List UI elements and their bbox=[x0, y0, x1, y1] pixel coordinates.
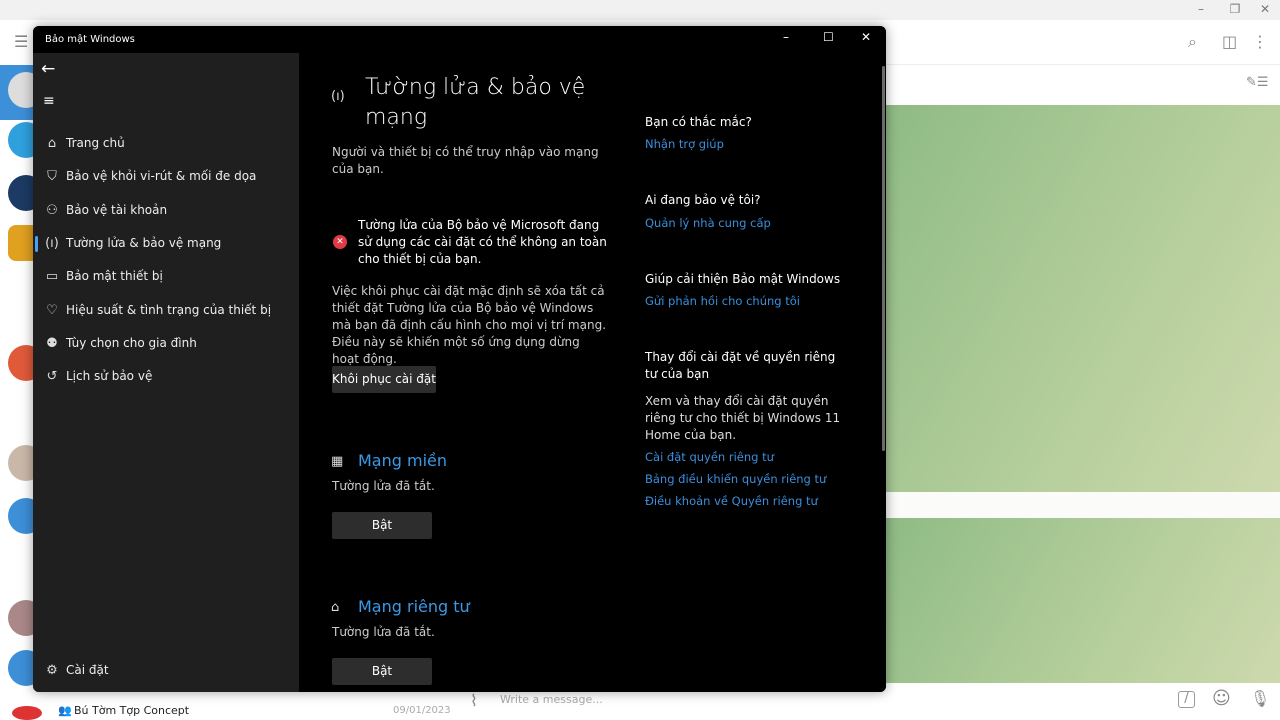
chat-name: Bú Tờm Tợp Concept bbox=[74, 704, 190, 717]
scrollbar[interactable] bbox=[882, 66, 885, 451]
nav-item-home[interactable]: ⌂ Trang chủ bbox=[33, 128, 299, 158]
message-input[interactable]: Write a message... bbox=[500, 693, 603, 706]
history-icon: ↺ bbox=[46, 368, 58, 384]
privacy-heading: Thay đổi cài đặt về quyền riêng tư của b… bbox=[645, 350, 836, 381]
domain-network-enable-button[interactable]: Bật bbox=[332, 512, 432, 539]
navigation-pane: ← ≡ ⌂ Trang chủ ⛉ Bảo vệ khỏi vi-rút & mối… bbox=[33, 53, 299, 692]
nav-item-device-security[interactable]: ▭ Bảo mật thiết bị bbox=[33, 261, 299, 291]
close-icon[interactable]: ✕ bbox=[861, 30, 871, 44]
private-network-icon: ⌂ bbox=[331, 600, 340, 615]
minimize-icon[interactable]: – bbox=[1186, 2, 1216, 16]
privacy-settings-link[interactable]: Cài đặt quyền riêng tư bbox=[645, 449, 774, 466]
family-icon: ⚉ bbox=[46, 335, 58, 351]
nav-item-virus[interactable]: ⛉ Bảo vệ khỏi vi-rút & mối đe dọa bbox=[33, 161, 299, 191]
private-network-enable-button[interactable]: Bật bbox=[332, 658, 432, 685]
nav-label: Tùy chọn cho gia đình bbox=[66, 336, 197, 350]
private-network-status: Tường lửa đã tắt. bbox=[332, 625, 435, 639]
nav-label: Lịch sử bảo vệ bbox=[66, 369, 153, 383]
nav-label: Hiệu suất & tình trạng của thiết bị bbox=[66, 303, 272, 317]
page-title: Tường lửa & bảo vệ mạng bbox=[365, 75, 586, 130]
hamburger-icon[interactable]: ≡ bbox=[43, 93, 55, 109]
microphone-icon[interactable]: 🎙 bbox=[1250, 689, 1270, 708]
get-help-link[interactable]: Nhận trợ giúp bbox=[645, 136, 724, 153]
menu-icon[interactable]: ☰ bbox=[14, 32, 28, 51]
group-icon: 👥 bbox=[58, 704, 72, 717]
page-subtitle: Người và thiết bị có thể truy nhập vào m… bbox=[332, 145, 599, 176]
more-icon[interactable]: ⋮ bbox=[1252, 32, 1268, 51]
restore-icon[interactable]: ❐ bbox=[1220, 2, 1250, 16]
nav-label: Tường lửa & bảo vệ mạng bbox=[66, 236, 222, 250]
privacy-statement-link[interactable]: Điều khoản về Quyền riêng tư bbox=[645, 493, 818, 510]
person-icon: ⚇ bbox=[46, 202, 58, 218]
nav-label: Cài đặt bbox=[66, 663, 109, 677]
chat-background bbox=[886, 105, 1280, 492]
avatar bbox=[12, 706, 42, 720]
attach-icon[interactable]: ⌇ bbox=[470, 691, 478, 710]
telegram-chat-list: ☰ bbox=[0, 20, 44, 720]
chat-list-item[interactable]: 👥 Bú Tờm Tợp Concept 09/01/2023 bbox=[0, 692, 460, 720]
sidebar-toggle-icon[interactable]: ◫ bbox=[1222, 32, 1237, 51]
feedback-heading: Giúp cải thiện Bảo mật Windows bbox=[645, 272, 841, 286]
maximize-icon[interactable]: ☐ bbox=[823, 30, 834, 44]
emoji-icon[interactable]: ☺ bbox=[1212, 688, 1231, 709]
window-title: Bảo mật Windows bbox=[45, 34, 135, 45]
restore-description: Việc khôi phục cài đặt mặc định sẽ xóa t… bbox=[332, 284, 607, 366]
main-content: (ı) Tường lửa & bảo vệ mạng Người và thi… bbox=[299, 53, 886, 692]
message-strip bbox=[886, 492, 1280, 518]
warning-text: Tường lửa của Bộ bảo vệ Microsoft đang s… bbox=[358, 218, 607, 266]
provider-heading: Ai đang bảo vệ tôi? bbox=[645, 193, 761, 207]
title-bar: Bảo mật Windows – ☐ ✕ bbox=[33, 26, 886, 53]
help-heading: Bạn có thắc mắc? bbox=[645, 115, 752, 129]
manage-providers-link[interactable]: Quản lý nhà cung cấp bbox=[645, 215, 771, 232]
nav-item-account[interactable]: ⚇ Bảo vệ tài khoản bbox=[33, 195, 299, 225]
telegram-titlebar: – ❐ ✕ bbox=[0, 0, 1280, 20]
chat-background bbox=[886, 518, 1280, 683]
home-icon: ⌂ bbox=[47, 135, 57, 151]
send-feedback-link[interactable]: Gửi phản hồi cho chúng tôi bbox=[645, 293, 800, 310]
shield-icon: ⛉ bbox=[47, 168, 57, 184]
privacy-dashboard-link[interactable]: Bảng điều khiển quyền riêng tư bbox=[645, 471, 826, 488]
nav-label: Trang chủ bbox=[66, 136, 125, 150]
nav-item-settings[interactable]: ⚙ Cài đặt bbox=[33, 655, 299, 685]
search-icon[interactable]: ⌕ bbox=[1188, 32, 1197, 52]
gear-icon: ⚙ bbox=[46, 662, 58, 678]
close-icon[interactable]: ✕ bbox=[1250, 2, 1280, 16]
back-icon[interactable]: ← bbox=[41, 59, 55, 79]
pinned-list-icon[interactable]: ✎☰ bbox=[1246, 75, 1269, 90]
nav-item-family[interactable]: ⚉ Tùy chọn cho gia đình bbox=[33, 328, 299, 358]
laptop-icon: ▭ bbox=[45, 268, 59, 284]
heart-icon: ♡ bbox=[46, 302, 58, 318]
nav-item-history[interactable]: ↺ Lịch sử bảo vệ bbox=[33, 361, 299, 391]
nav-label: Bảo vệ khỏi vi-rút & mối đe dọa bbox=[66, 169, 257, 183]
wifi-antenna-icon: (ı) bbox=[331, 89, 345, 104]
nav-label: Bảo vệ tài khoản bbox=[66, 203, 168, 217]
nav-label: Bảo mật thiết bị bbox=[66, 269, 163, 283]
restore-defaults-button[interactable]: Khôi phục cài đặt bbox=[332, 366, 436, 393]
windows-security-window: Bảo mật Windows – ☐ ✕ ← ≡ ⌂ Trang chủ ⛉ Bả… bbox=[33, 26, 886, 692]
selection-indicator bbox=[35, 236, 38, 252]
domain-network-icon: ▦ bbox=[331, 454, 344, 469]
privacy-description: Xem và thay đổi cài đặt quyền riêng tư c… bbox=[645, 394, 841, 442]
private-network-title[interactable]: Mạng riêng tư bbox=[358, 597, 470, 616]
minimize-icon[interactable]: – bbox=[783, 30, 789, 44]
nav-item-firewall[interactable]: (ı) Tường lửa & bảo vệ mạng bbox=[33, 228, 299, 258]
domain-network-title[interactable]: Mạng miền bbox=[358, 451, 447, 470]
commands-icon[interactable]: / bbox=[1178, 691, 1195, 708]
nav-item-performance[interactable]: ♡ Hiệu suất & tình trạng của thiết bị bbox=[33, 295, 299, 325]
chat-date: 09/01/2023 bbox=[393, 705, 451, 716]
error-icon: ✕ bbox=[333, 235, 347, 249]
domain-network-status: Tường lửa đã tắt. bbox=[332, 479, 435, 493]
